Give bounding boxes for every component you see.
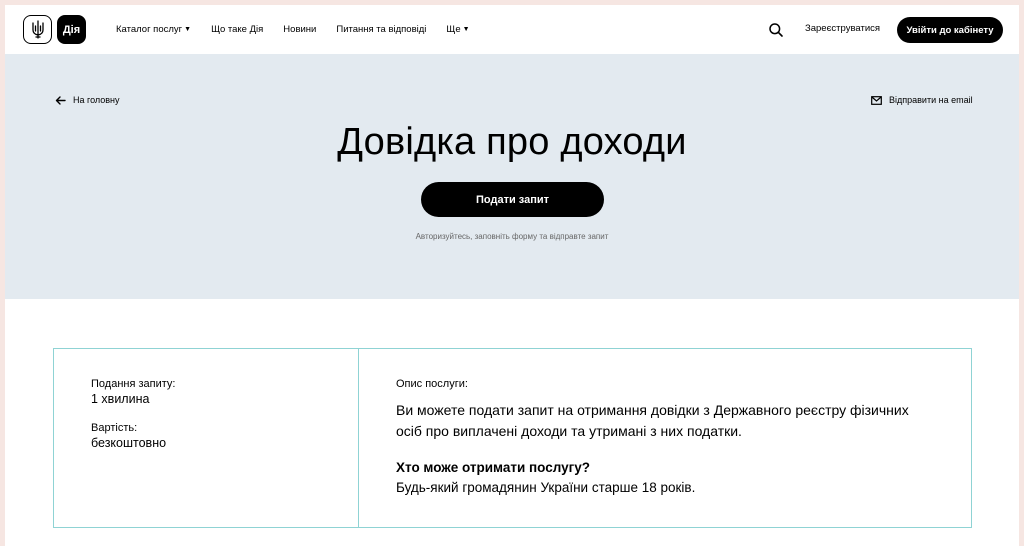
nav-item-label: Що таке Дія	[211, 24, 264, 35]
nav-item-faq[interactable]: Питання та відповіді	[336, 24, 426, 35]
login-button[interactable]: Увійти до кабінету	[897, 17, 1003, 43]
submit-request-button[interactable]: Подати запит	[421, 182, 604, 217]
service-description: Опис послуги: Ви можете подати запит на …	[359, 349, 971, 527]
nav-item-label: Новини	[283, 24, 317, 35]
hero-hint-text: Авторизуйтесь, заповніть форму та відпра…	[415, 232, 609, 241]
nav-item-news[interactable]: Новини	[283, 24, 316, 35]
hero-section: На головну Відправити на email Довідка п…	[5, 54, 1019, 299]
eligibility-heading: Хто може отримати послугу?	[396, 460, 591, 475]
back-home-label: На головну	[73, 95, 120, 105]
back-home-link[interactable]: На головну	[55, 95, 120, 105]
arrow-left-icon	[55, 95, 66, 105]
page-title: Довідка про доходи	[337, 121, 687, 163]
nav-item-more[interactable]: Ще ▼	[446, 24, 469, 35]
site-header: Дія Каталог послуг ▼ Що таке Дія Новини …	[5, 5, 1019, 54]
cost-value: безкоштовно	[91, 436, 167, 450]
nav-item-catalog[interactable]: Каталог послуг ▼	[116, 24, 191, 35]
service-info-box: Подання запиту: 1 хвилина Вартість: безк…	[53, 348, 972, 528]
nav-item-label: Ще	[446, 24, 461, 35]
nav-item-label: Питання та відповіді	[336, 24, 427, 35]
nav-item-about[interactable]: Що таке Дія	[211, 24, 263, 35]
caret-down-icon: ▼	[462, 26, 470, 33]
send-email-link[interactable]: Відправити на email	[871, 95, 973, 105]
logo-text: Дія	[62, 23, 81, 36]
nav-item-label: Каталог послуг	[116, 24, 183, 35]
service-meta: Подання запиту: 1 хвилина Вартість: безк…	[54, 349, 359, 527]
register-link[interactable]: Зареєструватися	[805, 23, 880, 34]
send-email-label: Відправити на email	[889, 95, 973, 105]
description-label: Опис послуги:	[396, 378, 468, 390]
eligibility-text: Будь-який громадянин України старше 18 р…	[396, 480, 696, 495]
submission-time-label: Подання запиту:	[91, 378, 176, 390]
page-frame: Дія Каталог послуг ▼ Що таке Дія Новини …	[5, 5, 1019, 546]
cost-label: Вартість:	[91, 422, 138, 434]
search-icon[interactable]	[768, 22, 784, 38]
main-nav: Каталог послуг ▼ Що таке Дія Новини Пита…	[116, 5, 490, 54]
envelope-icon	[871, 95, 882, 105]
diia-logo[interactable]: Дія	[57, 15, 86, 44]
caret-down-icon: ▼	[184, 26, 192, 33]
submission-time-value: 1 хвилина	[91, 392, 150, 406]
trident-logo-icon[interactable]	[23, 15, 52, 44]
description-text: Ви можете подати запит на отримання дові…	[396, 402, 909, 439]
